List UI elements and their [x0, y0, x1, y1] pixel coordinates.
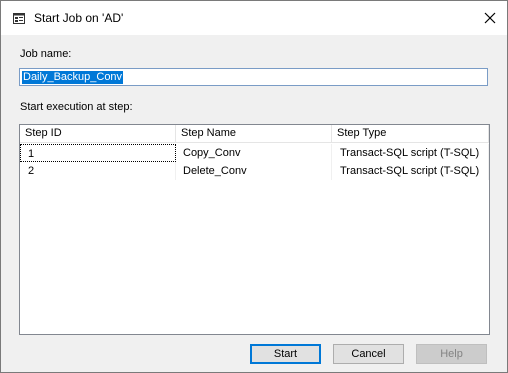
cancel-button[interactable]: Cancel	[333, 344, 404, 364]
table-row[interactable]: 2 Delete_Conv Transact-SQL script (T-SQL…	[20, 162, 489, 180]
close-icon	[484, 12, 496, 24]
column-header-step-id[interactable]: Step ID	[20, 125, 176, 142]
job-name-value: Daily_Backup_Conv	[22, 70, 124, 84]
job-name-label: Job name:	[20, 48, 72, 60]
title-bar: Start Job on 'AD'	[1, 1, 507, 35]
job-window-icon	[13, 13, 25, 24]
step-name-cell: Delete_Conv	[176, 162, 332, 180]
step-type-cell: Transact-SQL script (T-SQL)	[332, 162, 489, 180]
help-button[interactable]: Help	[416, 344, 487, 364]
start-button[interactable]: Start	[250, 344, 321, 364]
step-name-cell: Copy_Conv	[176, 144, 332, 162]
column-header-step-name[interactable]: Step Name	[176, 125, 332, 142]
window-title: Start Job on 'AD'	[34, 11, 124, 25]
steps-list[interactable]: Step ID Step Name Step Type 1 Copy_Conv …	[19, 124, 490, 335]
start-job-dialog: Start Job on 'AD' Job name: Daily_Backup…	[0, 0, 508, 373]
table-row[interactable]: 1 Copy_Conv Transact-SQL script (T-SQL)	[20, 144, 489, 162]
column-header-step-type[interactable]: Step Type	[332, 125, 489, 142]
start-step-label: Start execution at step:	[20, 101, 133, 113]
step-id-cell: 2	[20, 162, 176, 180]
step-type-cell: Transact-SQL script (T-SQL)	[332, 144, 489, 162]
step-id-cell: 1	[20, 144, 176, 162]
job-name-field[interactable]: Daily_Backup_Conv	[19, 68, 488, 86]
close-button[interactable]	[473, 1, 507, 35]
steps-list-header: Step ID Step Name Step Type	[20, 125, 489, 143]
